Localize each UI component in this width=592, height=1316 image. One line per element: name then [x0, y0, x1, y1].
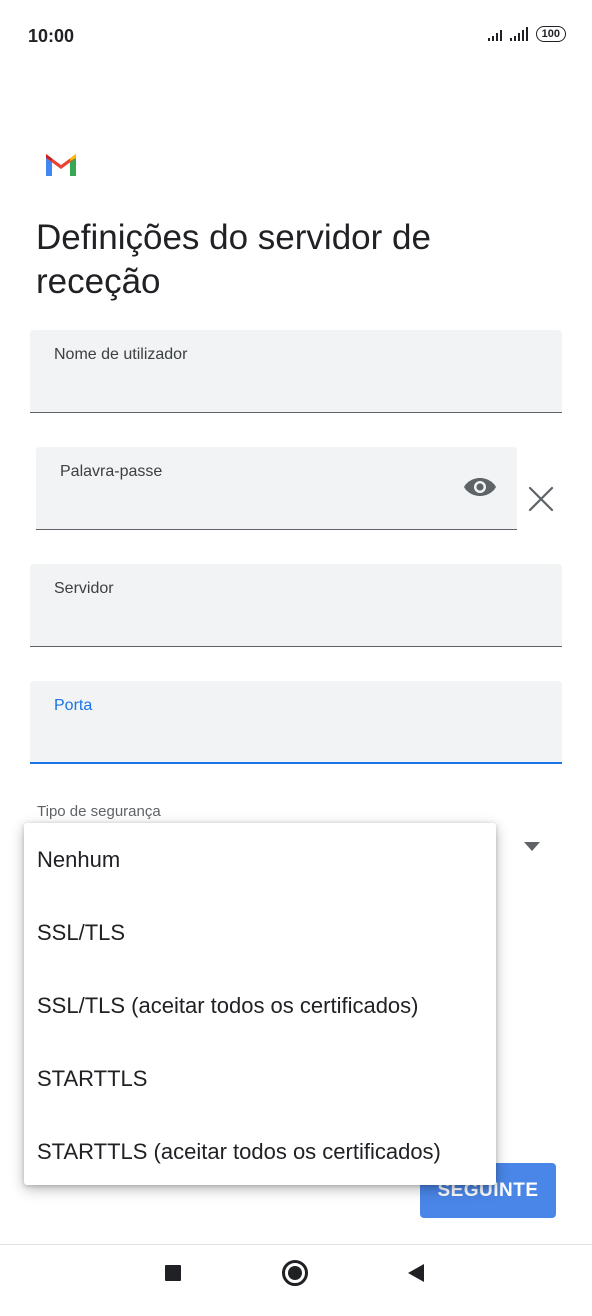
- security-type-label: Tipo de segurança: [37, 803, 161, 820]
- status-bar: 10:00 100: [0, 0, 592, 72]
- port-label: Porta: [54, 697, 93, 714]
- visibility-icon[interactable]: [463, 475, 497, 499]
- password-field[interactable]: Palavra-passe: [36, 447, 517, 530]
- navigation-bar: [0, 1244, 592, 1316]
- menu-item-none[interactable]: Nenhum: [24, 823, 496, 896]
- home-icon[interactable]: [282, 1260, 308, 1286]
- server-label: Servidor: [54, 580, 114, 597]
- page-title: Definições do servidor de receção: [36, 218, 431, 301]
- status-icons: 100: [487, 26, 566, 42]
- menu-item-starttls-accept-all[interactable]: STARTTLS (aceitar todos os certificados): [24, 1115, 496, 1188]
- port-field[interactable]: Porta: [30, 681, 562, 764]
- server-field[interactable]: Servidor: [30, 564, 562, 647]
- signal-icon: [509, 27, 528, 41]
- battery-icon: 100: [535, 26, 566, 42]
- close-icon[interactable]: [526, 484, 556, 514]
- dropdown-arrow-icon[interactable]: [524, 842, 540, 852]
- menu-item-starttls[interactable]: STARTTLS: [24, 1042, 496, 1115]
- menu-item-ssl-tls-accept-all[interactable]: SSL/TLS (aceitar todos os certificados): [24, 969, 496, 1042]
- username-field[interactable]: Nome de utilizador: [30, 330, 562, 413]
- security-type-menu: Nenhum SSL/TLS SSL/TLS (aceitar todos os…: [24, 823, 496, 1185]
- back-icon[interactable]: [408, 1264, 424, 1282]
- gmail-logo: [46, 154, 76, 176]
- password-label: Palavra-passe: [60, 463, 163, 480]
- menu-item-ssl-tls[interactable]: SSL/TLS: [24, 896, 496, 969]
- recents-icon[interactable]: [165, 1265, 181, 1281]
- username-label: Nome de utilizador: [54, 346, 188, 363]
- signal-icon: [487, 27, 502, 41]
- status-time: 10:00: [28, 26, 75, 46]
